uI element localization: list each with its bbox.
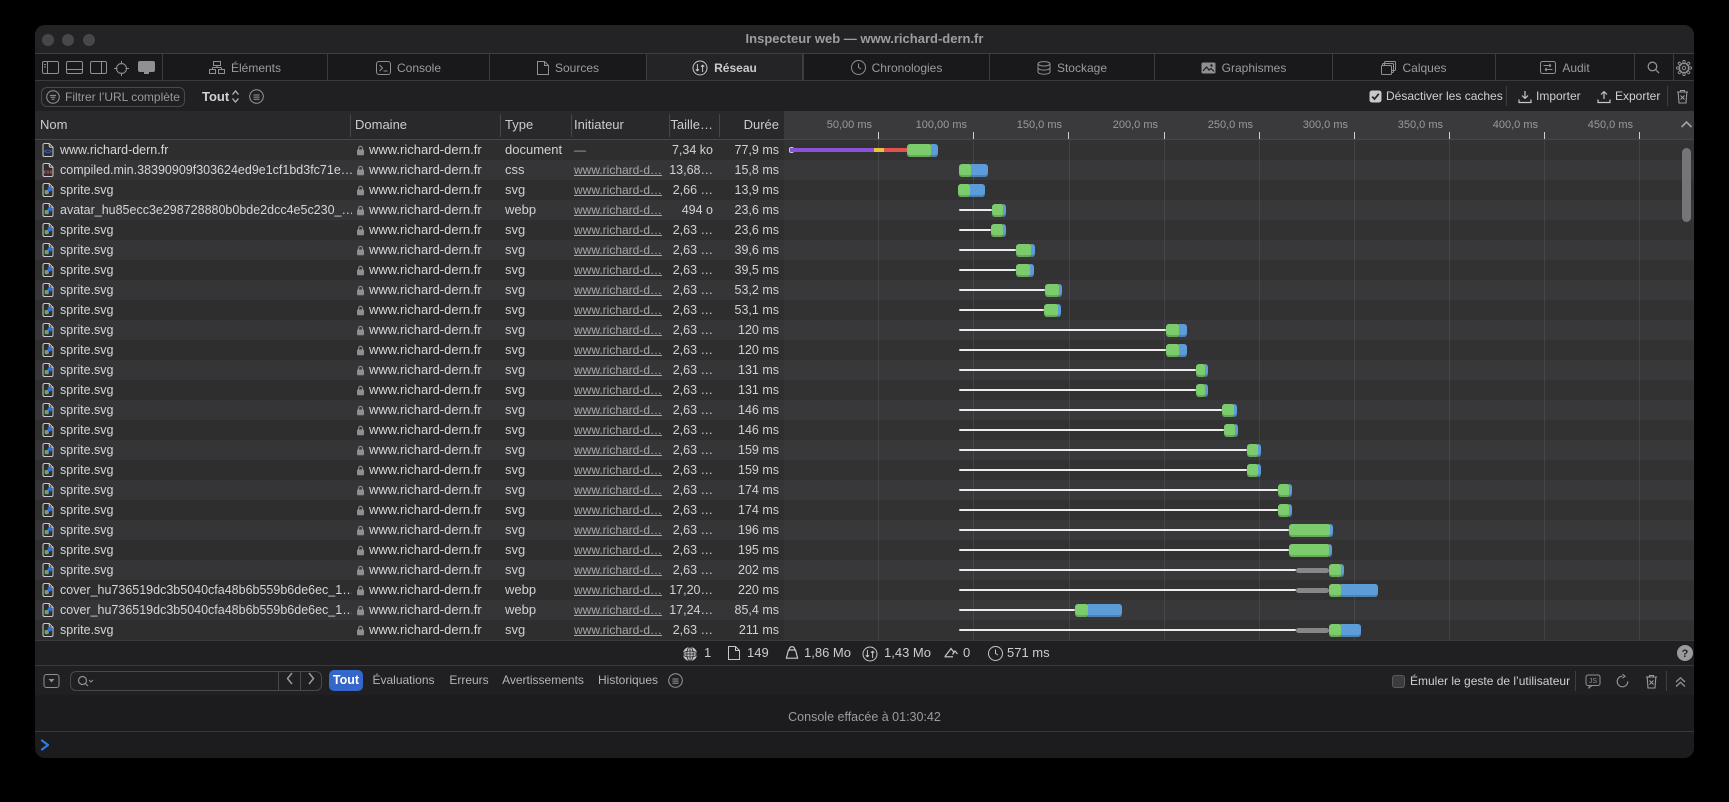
svg-text:<>: <> [44, 148, 52, 155]
svg-text:css: css [44, 170, 53, 176]
svg-text:?: ? [1682, 648, 1689, 660]
svg-text:JS: JS [1589, 678, 1598, 685]
